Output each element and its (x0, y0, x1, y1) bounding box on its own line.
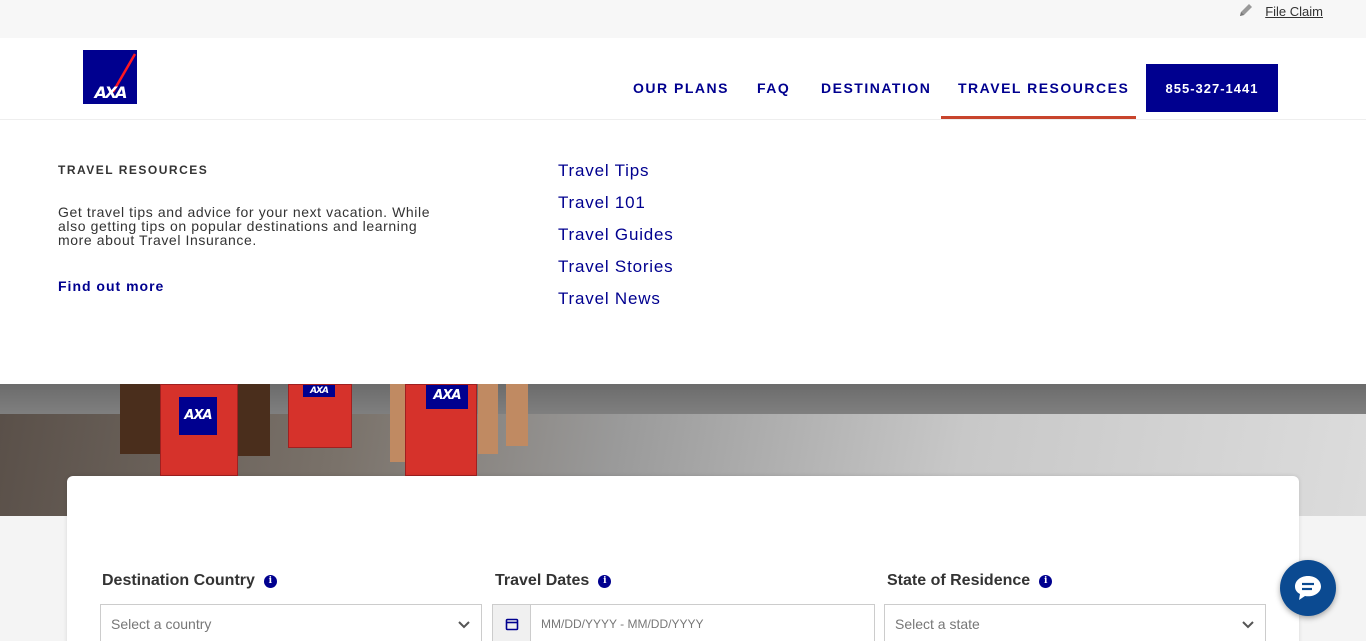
menu-links: Travel Tips Travel 101 Travel Guides Tra… (558, 161, 674, 321)
chevron-down-icon (458, 621, 470, 629)
main-nav: OUR PLANS FAQ DESTINATION TRAVEL RESOURC… (0, 38, 1366, 120)
hero-suitcase: AXA (405, 384, 477, 476)
site-header: AXA OUR PLANS FAQ DESTINATION TRAVEL RES… (0, 38, 1366, 120)
hero-suitcase: AXA (288, 384, 352, 448)
travel-resources-menu: TRAVEL RESOURCES Get travel tips and adv… (0, 120, 1366, 384)
destination-label-text: Destination Country (102, 572, 255, 589)
menu-title: TRAVEL RESOURCES (58, 163, 209, 177)
info-icon[interactable]: i (598, 574, 612, 588)
suitcase-logo: AXA (426, 385, 468, 409)
file-claim-label: File Claim (1265, 3, 1323, 19)
info-icon[interactable]: i (263, 574, 277, 588)
phone-button[interactable]: 855-327-1441 (1146, 64, 1278, 112)
hero-leg (236, 384, 270, 456)
menu-link-travel-stories[interactable]: Travel Stories (558, 257, 674, 289)
menu-description: Get travel tips and advice for your next… (58, 204, 431, 248)
info-icon[interactable]: i (1039, 574, 1053, 588)
travel-dates-input[interactable]: MM/DD/YYYY - MM/DD/YYYY (492, 604, 875, 641)
menu-link-travel-news[interactable]: Travel News (558, 289, 674, 321)
utility-bar: File Claim (0, 0, 1366, 38)
menu-link-travel-guides[interactable]: Travel Guides (558, 225, 674, 257)
destination-select[interactable]: Select a country (100, 604, 482, 641)
hero-suitcase: AXA (160, 384, 238, 476)
destination-label: Destination Country i (102, 572, 277, 590)
calendar-icon[interactable] (493, 605, 531, 641)
state-label: State of Residence i (887, 572, 1053, 590)
menu-link-travel-tips[interactable]: Travel Tips (558, 161, 674, 193)
travel-dates-label: Travel Dates i (495, 572, 612, 590)
hero-leg (478, 384, 498, 454)
state-label-text: State of Residence (887, 572, 1031, 589)
travel-dates-label-text: Travel Dates (495, 572, 590, 589)
hero-leg (506, 384, 528, 446)
nav-destination[interactable]: DESTINATION (821, 80, 931, 96)
state-select[interactable]: Select a state (884, 604, 1266, 641)
suitcase-logo: AXA (303, 385, 335, 397)
travel-dates-placeholder: MM/DD/YYYY - MM/DD/YYYY (541, 617, 704, 631)
pencil-icon (1237, 1, 1255, 19)
state-placeholder: Select a state (895, 616, 980, 632)
chat-button[interactable] (1280, 560, 1336, 616)
active-nav-underline (941, 116, 1136, 119)
hero-leg (120, 384, 160, 454)
suitcase-logo: AXA (179, 397, 217, 435)
destination-placeholder: Select a country (111, 616, 212, 632)
find-out-more-link[interactable]: Find out more (58, 278, 164, 294)
chevron-down-icon (1242, 621, 1254, 629)
nav-our-plans[interactable]: OUR PLANS (633, 80, 729, 96)
nav-faq[interactable]: FAQ (757, 80, 790, 96)
menu-link-travel-101[interactable]: Travel 101 (558, 193, 674, 225)
quote-form: Destination Country i Select a country T… (67, 476, 1299, 641)
file-claim-link[interactable]: File Claim (1237, 1, 1323, 19)
nav-travel-resources[interactable]: TRAVEL RESOURCES (958, 80, 1129, 96)
chat-bubble-icon (1295, 576, 1321, 600)
